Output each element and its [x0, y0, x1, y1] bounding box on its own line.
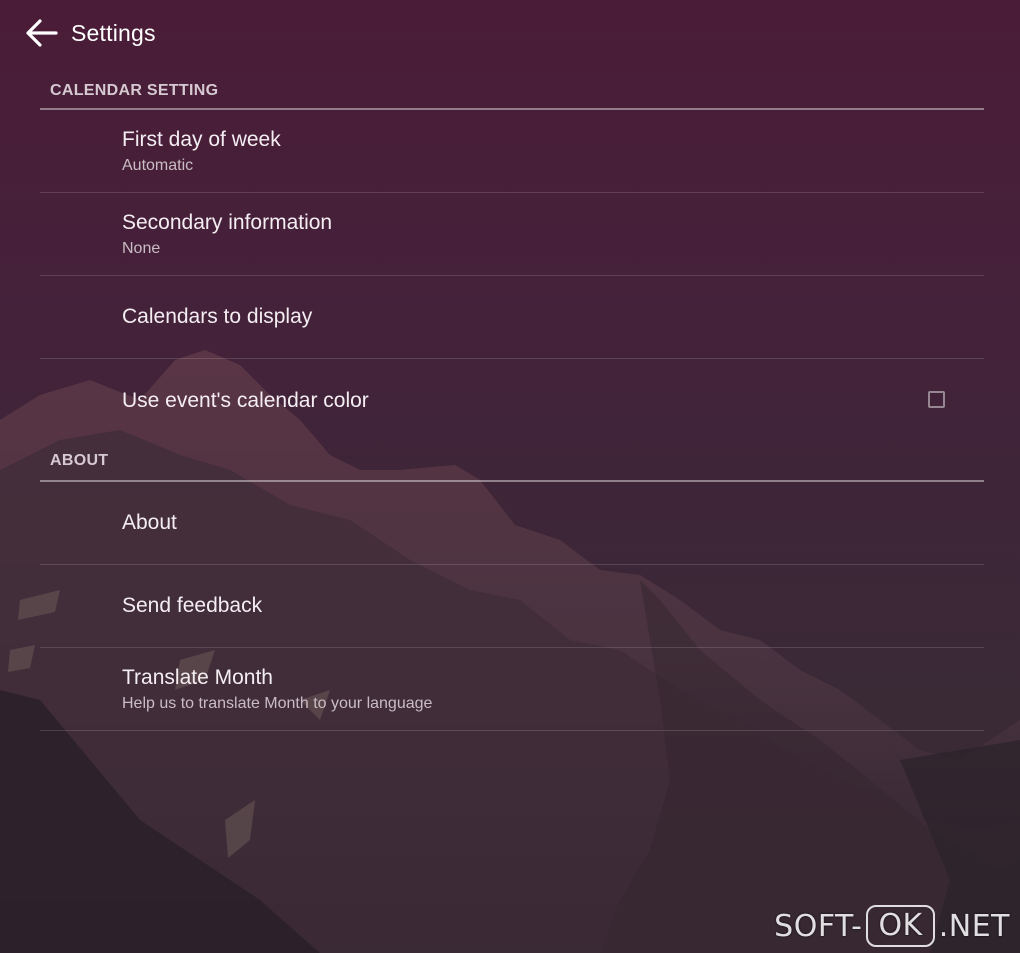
section-header-about: ABOUT — [40, 442, 984, 482]
settings-list: CALENDAR SETTING First day of week Autom… — [40, 72, 984, 731]
setting-secondary-information[interactable]: Secondary information None — [40, 193, 984, 276]
page-title: Settings — [71, 20, 156, 46]
app-bar: Settings — [0, 0, 1020, 72]
setting-description: Help us to translate Month to your langu… — [122, 694, 433, 712]
setting-label: First day of week — [122, 127, 281, 151]
setting-label: Secondary information — [122, 210, 333, 234]
watermark-prefix: SOFT- — [774, 908, 863, 944]
section-header-calendar-setting: CALENDAR SETTING — [40, 74, 984, 110]
arrow-left-icon — [24, 18, 58, 53]
setting-translate-month[interactable]: Translate Month Help us to translate Mon… — [40, 648, 984, 731]
setting-label: Use event's calendar color — [122, 388, 369, 412]
setting-calendars-to-display[interactable]: Calendars to display — [40, 276, 984, 359]
setting-label: Translate Month — [122, 665, 273, 689]
watermark-logo: SOFT- OK .NET — [774, 905, 1010, 947]
setting-value: Automatic — [122, 156, 194, 174]
setting-first-day-of-week[interactable]: First day of week Automatic — [40, 110, 984, 193]
setting-about[interactable]: About — [40, 482, 984, 565]
setting-label: Send feedback — [122, 594, 263, 617]
watermark-suffix: .NET — [938, 908, 1010, 944]
back-button[interactable] — [18, 12, 64, 58]
watermark-boxed: OK — [866, 905, 935, 947]
setting-value: None — [122, 239, 161, 257]
setting-use-event-calendar-color[interactable]: Use event's calendar color — [40, 359, 984, 442]
calendar-color-checkbox[interactable] — [928, 390, 945, 408]
setting-send-feedback[interactable]: Send feedback — [40, 565, 984, 648]
setting-label: About — [122, 511, 177, 534]
setting-label: Calendars to display — [122, 305, 313, 328]
